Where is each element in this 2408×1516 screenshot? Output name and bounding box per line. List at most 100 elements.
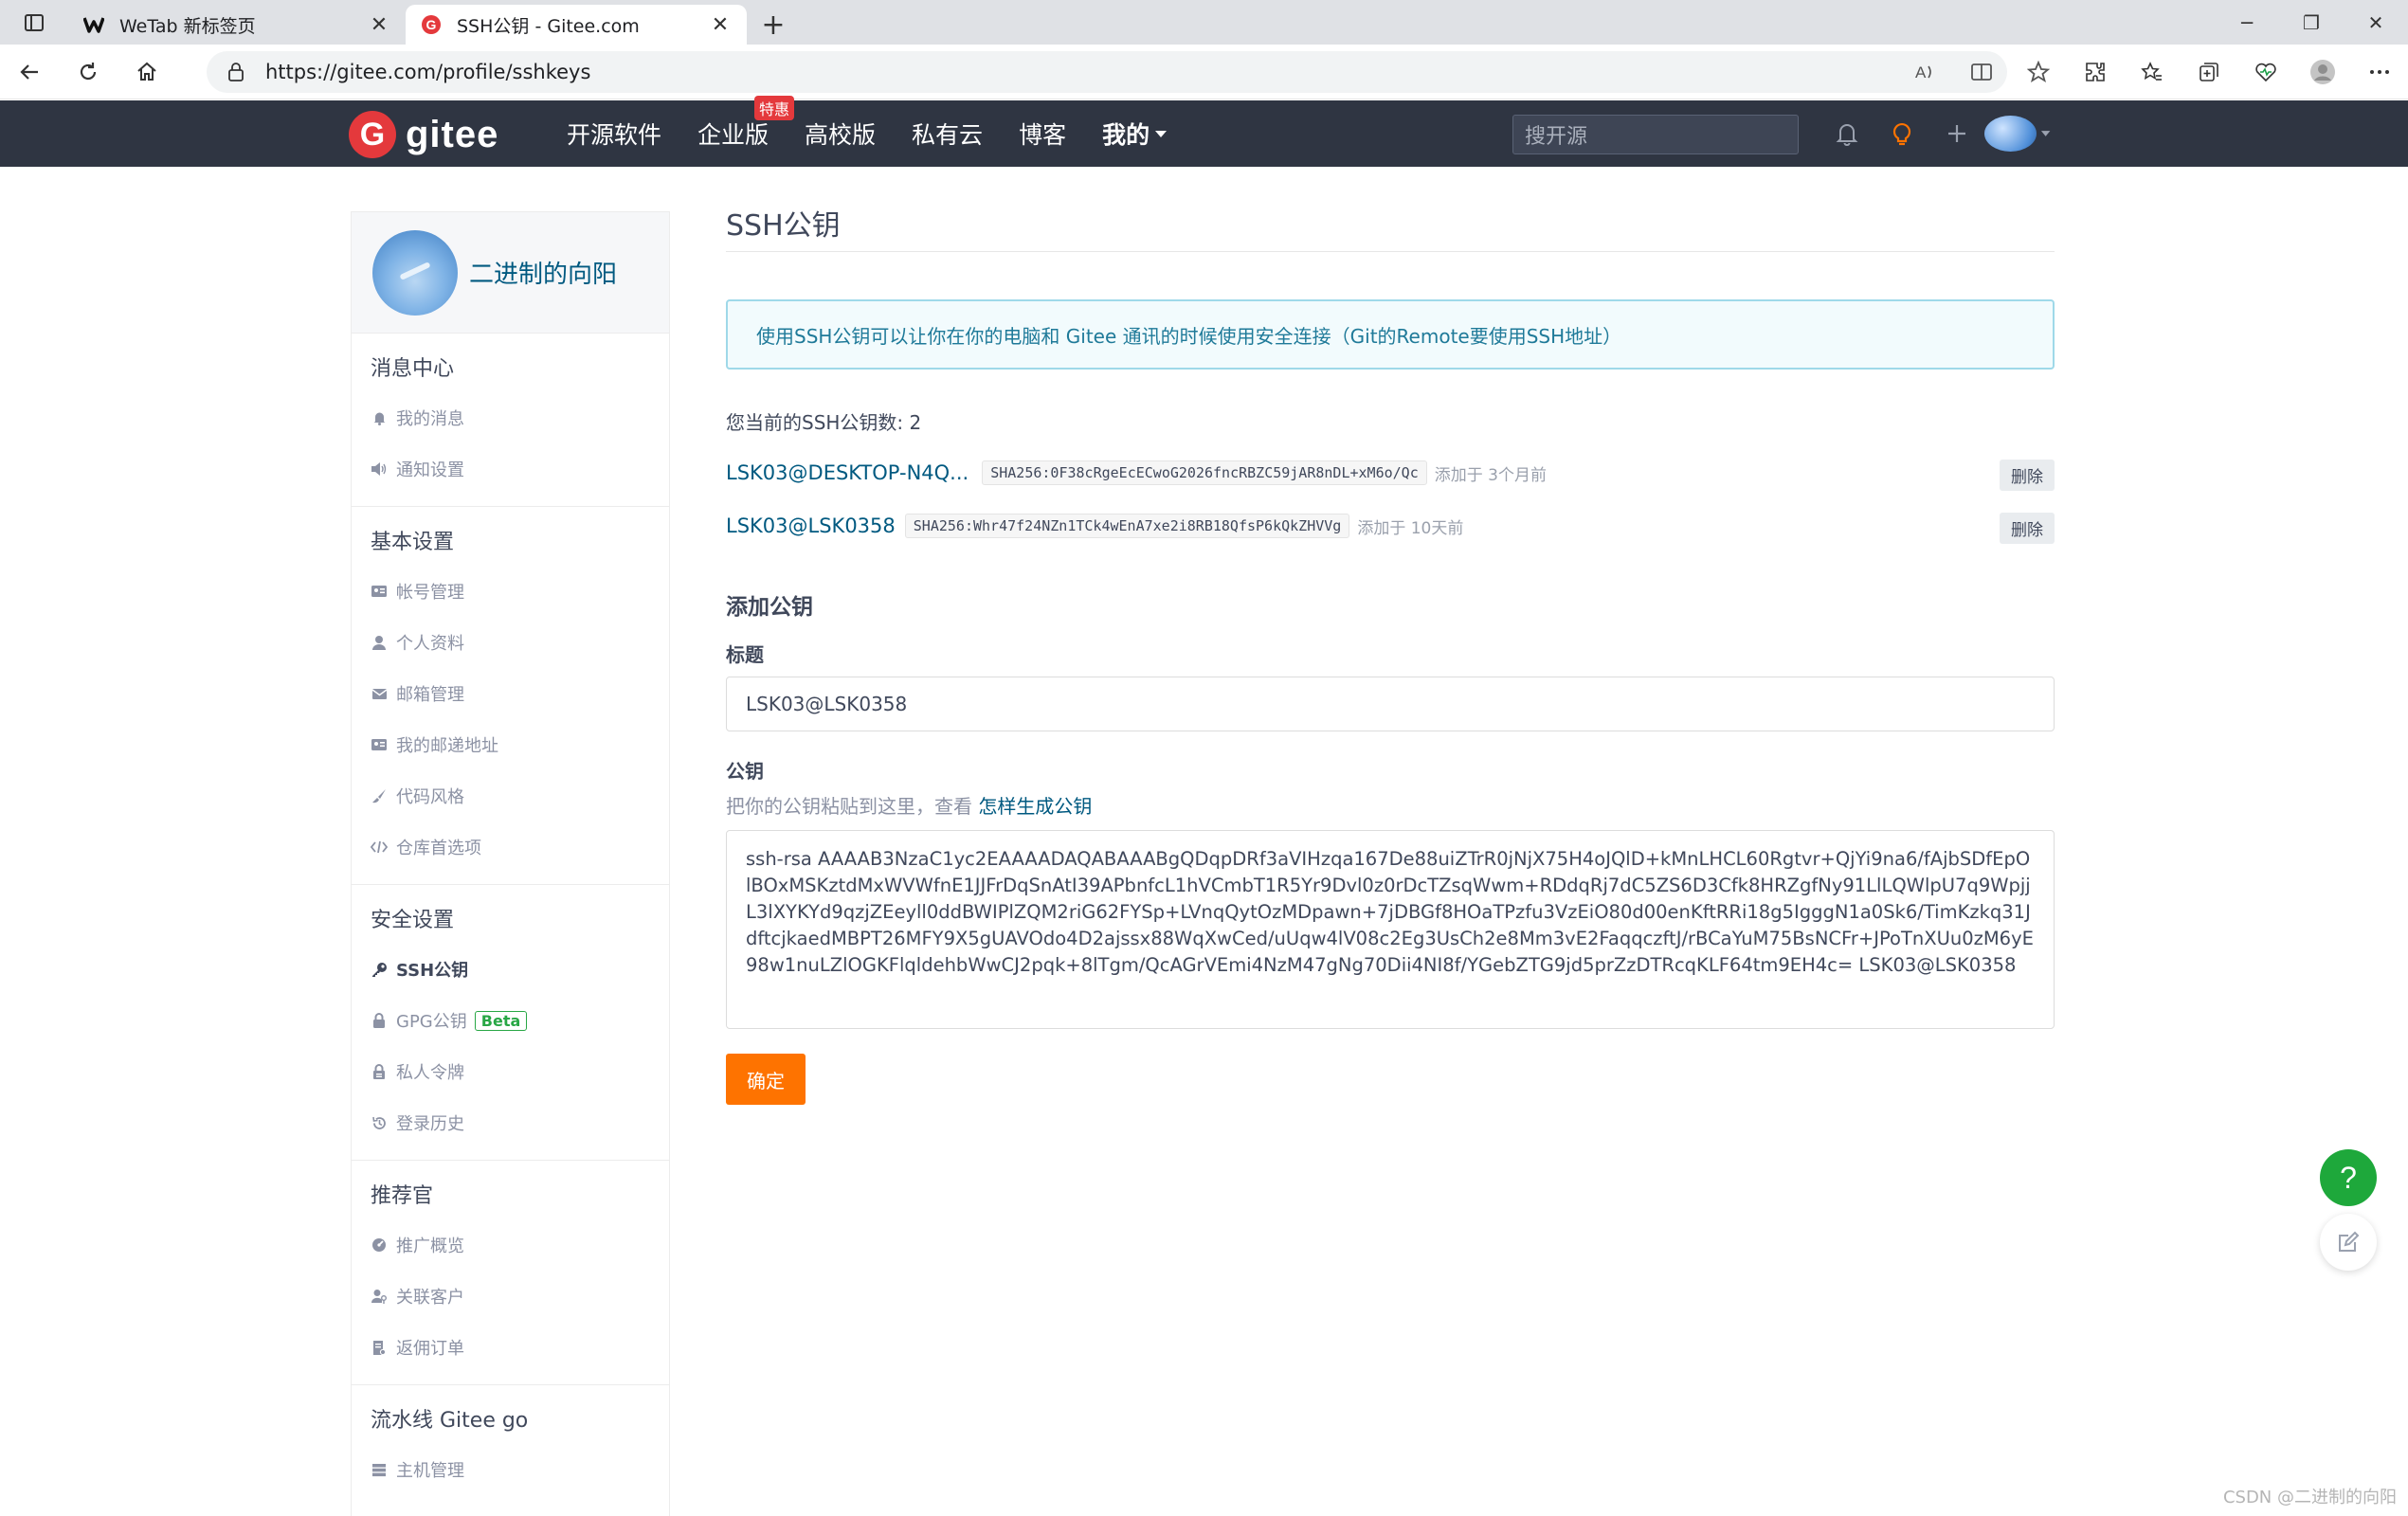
minimize-icon[interactable]: ─	[2215, 0, 2279, 45]
window-close-icon[interactable]: ✕	[2344, 0, 2408, 45]
key-icon	[371, 961, 388, 978]
group-title: 基本设置	[371, 531, 455, 554]
caret-down-icon	[1155, 130, 1168, 137]
sidebar-item-profile[interactable]: 个人资料	[352, 617, 669, 668]
group-security: 安全设置 SSH公钥 GPG公钥 Beta 私人令牌 登录历史	[352, 885, 669, 1161]
sidebar-item-account[interactable]: 帐号管理	[352, 566, 669, 617]
public-key-textarea[interactable]: ssh-rsa AAAAB3NzaC1yc2EAAAADAQABAAABgQDq…	[726, 830, 2055, 1029]
address-card-icon	[371, 736, 388, 753]
gitee-header: G gitee 开源软件 企业版 特惠 高校版 私有云 博客 我的 搜开源	[0, 96, 2408, 167]
browser-tab-bar: WeTab 新标签页 ✕ G SSH公钥 - Gitee.com ✕ + ─ ❐…	[0, 0, 2408, 45]
group-referral: 推荐官 推广概览 关联客户 返佣订单	[352, 1161, 669, 1385]
sidebar-item-personal-tokens[interactable]: 私人令牌	[352, 1046, 669, 1097]
browser-tab-gitee[interactable]: G SSH公钥 - Gitee.com ✕	[406, 5, 747, 45]
favorites-icon[interactable]	[2124, 45, 2181, 99]
split-screen-icon[interactable]	[1953, 45, 2010, 99]
delete-key-button[interactable]: 删除	[2000, 513, 2055, 544]
sidebar-item-address[interactable]: 我的邮递地址	[352, 719, 669, 770]
speaker-icon	[371, 460, 388, 478]
group-pipeline: 流水线 Gitee go 主机管理	[352, 1385, 669, 1507]
gitee-logo-icon: G	[349, 111, 396, 158]
restore-icon[interactable]: ❐	[2279, 0, 2344, 45]
promo-badge: 特惠	[754, 96, 795, 120]
bell-icon[interactable]	[1820, 121, 1874, 146]
code-icon	[371, 839, 388, 856]
beta-badge: Beta	[474, 1010, 528, 1031]
more-menu-icon[interactable]	[2351, 45, 2408, 99]
feedback-button[interactable]	[2320, 1214, 2377, 1271]
sidebar-item-code-style[interactable]: 代码风格	[352, 770, 669, 821]
wetab-icon	[83, 14, 104, 35]
key-title-input[interactable]: LSK03@LSK0358	[726, 677, 2055, 731]
brush-icon	[371, 787, 388, 804]
profile-card[interactable]: 二进制的向阳	[352, 212, 669, 334]
url-text: https://gitee.com/profile/sshkeys	[265, 61, 591, 83]
nav-open-source[interactable]: 开源软件	[567, 117, 661, 151]
dashboard-icon	[371, 1236, 388, 1254]
extensions-icon[interactable]	[2067, 45, 2124, 99]
settings-sidebar: 二进制的向阳 消息中心 我的消息 通知设置 基本设置 帐号管理 个人资料 邮箱管…	[351, 211, 670, 1516]
sidebar-item-ssh-keys[interactable]: SSH公钥	[352, 944, 669, 995]
tab-actions-button[interactable]	[0, 0, 68, 45]
key-added-time: 添加于 10天前	[1357, 518, 1464, 538]
delete-key-button[interactable]: 删除	[2000, 460, 2055, 491]
server-icon	[371, 1461, 388, 1478]
plus-icon[interactable]	[1929, 122, 1984, 145]
nav-enterprise[interactable]: 企业版 特惠	[697, 96, 795, 151]
reload-button[interactable]	[59, 45, 118, 99]
receipt-icon	[371, 1339, 388, 1356]
gitee-logo[interactable]: G gitee	[349, 111, 498, 158]
help-button[interactable]: ?	[2320, 1149, 2377, 1206]
nav-private-cloud[interactable]: 私有云	[912, 117, 983, 151]
user-avatar-menu[interactable]	[1984, 116, 2051, 152]
sidebar-item-gpg-keys[interactable]: GPG公钥 Beta	[352, 995, 669, 1046]
key-count: 您当前的SSH公钥数: 2	[726, 411, 922, 434]
how-to-generate-link[interactable]: 怎样生成公钥	[978, 795, 1092, 818]
info-text: 使用SSH公钥可以让你在你的电脑和 Gitee 通讯的时候使用安全连接（Git的…	[756, 324, 1622, 348]
sidebar-item-commission-orders[interactable]: 返佣订单	[352, 1322, 669, 1373]
profile-avatar[interactable]	[2294, 45, 2351, 99]
sidebar-item-host-management[interactable]: 主机管理	[352, 1444, 669, 1495]
collections-icon[interactable]	[2181, 45, 2237, 99]
nav-blog[interactable]: 博客	[1019, 117, 1066, 151]
close-icon[interactable]: ✕	[709, 13, 732, 37]
add-key-heading: 添加公钥	[726, 595, 813, 620]
sidebar-item-notification-settings[interactable]: 通知设置	[352, 443, 669, 495]
sidebar-item-promotion-overview[interactable]: 推广概览	[352, 1219, 669, 1271]
envelope-icon	[371, 685, 388, 702]
avatar	[1984, 116, 2037, 152]
browser-tab-wetab[interactable]: WeTab 新标签页 ✕	[68, 5, 406, 45]
sidebar-item-linked-customers[interactable]: 关联客户	[352, 1271, 669, 1322]
info-banner: 使用SSH公钥可以让你在你的电脑和 Gitee 通讯的时候使用安全连接（Git的…	[726, 299, 2055, 370]
sidebar-item-my-messages[interactable]: 我的消息	[352, 392, 669, 443]
key-name-link[interactable]: LSK03@LSK0358	[726, 514, 896, 537]
user-icon	[371, 634, 388, 651]
lightbulb-icon[interactable]	[1874, 120, 1929, 147]
url-field[interactable]: https://gitee.com/profile/sshkeys	[207, 51, 2007, 93]
nav-education[interactable]: 高校版	[805, 117, 876, 151]
new-tab-button[interactable]: +	[747, 5, 800, 45]
home-button[interactable]	[118, 45, 176, 99]
sidebar-item-login-history[interactable]: 登录历史	[352, 1097, 669, 1148]
lock-icon	[227, 63, 244, 81]
nav-mine[interactable]: 我的	[1102, 117, 1168, 151]
back-button[interactable]	[0, 45, 59, 99]
public-key-hint: 把你的公钥粘贴到这里，查看 怎样生成公钥	[726, 795, 1093, 818]
favorite-star-icon[interactable]	[2010, 45, 2067, 99]
browser-extensions: A	[1896, 45, 2408, 99]
history-icon	[371, 1114, 388, 1131]
read-aloud-icon[interactable]: A	[1896, 45, 1953, 99]
search-input[interactable]: 搜开源	[1512, 115, 1799, 154]
key-name-link[interactable]: LSK03@DESKTOP-N4Q...	[726, 461, 969, 484]
group-title: 流水线 Gitee go	[371, 1409, 529, 1433]
key-title-value: LSK03@LSK0358	[746, 693, 908, 715]
confirm-button[interactable]: 确定	[726, 1054, 806, 1105]
close-icon[interactable]: ✕	[368, 13, 390, 37]
sidebar-item-email[interactable]: 邮箱管理	[352, 668, 669, 719]
edit-note-icon	[2339, 1231, 2360, 1252]
group-basic-settings: 基本设置 帐号管理 个人资料 邮箱管理 我的邮递地址 代码风格 仓库首选项	[352, 507, 669, 885]
key-fingerprint: SHA256:Whr47f24NZn1TCk4wEnA7xe2i8RB18Qfs…	[904, 514, 1350, 538]
sidebar-item-repo-preferences[interactable]: 仓库首选项	[352, 821, 669, 873]
tab-actions-icon	[25, 13, 44, 31]
browser-essentials-icon[interactable]	[2237, 45, 2294, 99]
